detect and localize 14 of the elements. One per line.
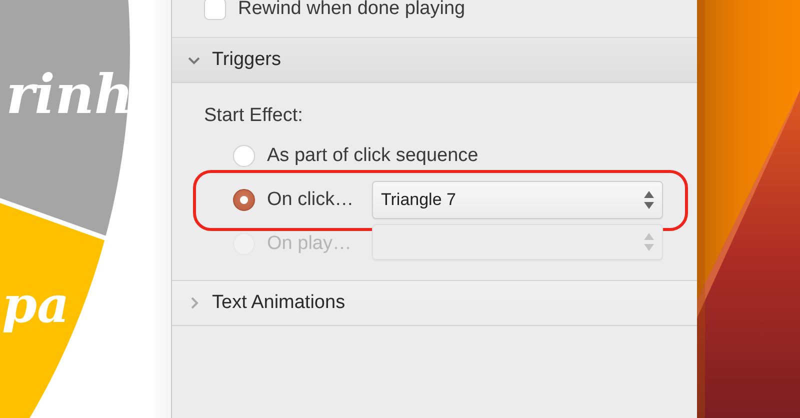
slice-label: pa (2, 275, 70, 334)
up-down-arrows-icon (644, 189, 654, 211)
checkbox[interactable] (204, 0, 226, 20)
up-down-arrows-icon (644, 231, 654, 253)
popup-menu[interactable]: Triangle 7 (372, 181, 663, 219)
popup-menu[interactable] (372, 224, 663, 260)
radio-button[interactable] (233, 189, 255, 211)
section-header[interactable]: Triggers (172, 38, 697, 83)
section-header[interactable]: Text Animations (172, 281, 697, 326)
field-label: Start Effect: (203, 105, 303, 127)
slice-label: rinh (6, 62, 134, 126)
checkbox-label: Rewind when done playing (238, 0, 466, 20)
radio-label: On click… (267, 189, 354, 211)
radio-label: As part of click sequence (267, 145, 478, 167)
